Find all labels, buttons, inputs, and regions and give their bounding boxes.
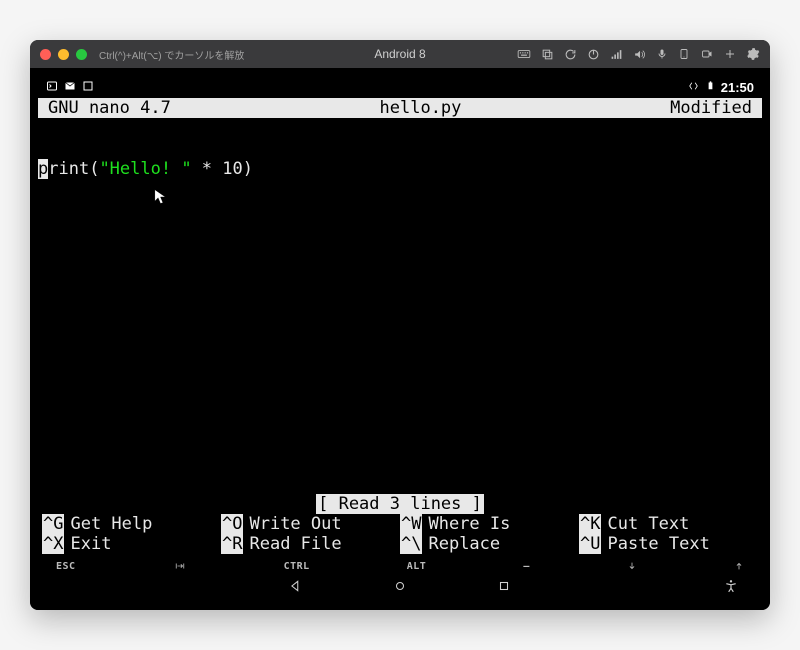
emulator-frame: 21:50 GNU nano 4.7 hello.py Modified pri…: [30, 68, 770, 610]
tablet-icon[interactable]: [678, 47, 690, 61]
mic-icon[interactable]: [656, 47, 668, 61]
terminal-app[interactable]: GNU nano 4.7 hello.py Modified print("He…: [38, 98, 762, 574]
shortcut-help[interactable]: ^GGet Help: [42, 514, 221, 534]
plus-icon[interactable]: [724, 48, 736, 60]
nano-modified-state: Modified: [670, 98, 758, 118]
power-icon[interactable]: [587, 48, 600, 61]
shortcut-paste[interactable]: ^UPaste Text: [579, 534, 758, 554]
window-status-icon: [82, 80, 94, 95]
ctrl-key[interactable]: CTRL: [284, 560, 310, 572]
arrow-up-key[interactable]: [734, 560, 744, 572]
window-controls: [40, 49, 87, 60]
mail-status-icon: [64, 80, 76, 95]
minimize-window-button[interactable]: [58, 49, 69, 60]
zoom-window-button[interactable]: [76, 49, 87, 60]
nano-shortcuts: ^GGet Help ^OWrite Out ^WWhere Is ^KCut …: [38, 514, 762, 556]
shortcut-exit[interactable]: ^XExit: [42, 534, 221, 554]
copy-icon[interactable]: [541, 48, 554, 61]
vm-release-cursor-hint: Ctrl(^)+Alt(⌥) でカーソルを解放: [99, 47, 244, 62]
nano-header: GNU nano 4.7 hello.py Modified: [38, 98, 762, 118]
vm-title: Android 8: [374, 47, 425, 61]
shortcut-writeout[interactable]: ^OWrite Out: [221, 514, 400, 534]
nav-home-button[interactable]: [393, 579, 407, 598]
arrow-down-key[interactable]: [627, 560, 637, 572]
mouse-cursor-icon: [154, 188, 167, 206]
nav-back-button[interactable]: [289, 579, 303, 598]
esc-key[interactable]: ESC: [56, 560, 76, 572]
vm-tray: [517, 47, 760, 61]
signal-icon[interactable]: [610, 48, 623, 61]
shortcut-cut[interactable]: ^KCut Text: [579, 514, 758, 534]
nano-filename: hello.py: [171, 98, 670, 118]
android-nav-bar: [38, 574, 762, 602]
expand-icon: [687, 81, 700, 94]
shortcut-whereis[interactable]: ^WWhere Is: [400, 514, 579, 534]
accessibility-icon[interactable]: [724, 579, 738, 598]
nano-editor-body[interactable]: print("Hello! " * 10): [38, 118, 762, 494]
gear-icon[interactable]: [746, 47, 760, 61]
android-status-bar: 21:50: [38, 76, 762, 98]
vm-window: Ctrl(^)+Alt(⌥) でカーソルを解放 Android 8: [30, 40, 770, 610]
editor-cursor: p: [38, 159, 48, 179]
alt-key[interactable]: ALT: [407, 560, 427, 572]
status-right: 21:50: [687, 79, 754, 95]
dash-key[interactable]: —: [523, 560, 530, 572]
camera-icon[interactable]: [700, 48, 714, 60]
keyboard-icon[interactable]: [517, 47, 531, 61]
status-left: [46, 80, 94, 95]
close-window-button[interactable]: [40, 49, 51, 60]
code-line-1[interactable]: print("Hello! " * 10): [38, 158, 762, 180]
tab-key-icon[interactable]: [173, 560, 187, 572]
shortcut-replace[interactable]: ^\Replace: [400, 534, 579, 554]
shortcut-readfile[interactable]: ^RRead File: [221, 534, 400, 554]
refresh-icon[interactable]: [564, 48, 577, 61]
softkey-row: ESC CTRL ALT —: [38, 556, 762, 574]
volume-icon[interactable]: [633, 48, 646, 61]
nano-app-name: GNU nano 4.7: [42, 98, 171, 118]
status-time: 21:50: [721, 80, 754, 95]
nav-recent-button[interactable]: [497, 579, 511, 598]
nano-status-line: [ Read 3 lines ]: [38, 494, 762, 514]
emulator-screen[interactable]: 21:50 GNU nano 4.7 hello.py Modified pri…: [38, 76, 762, 602]
vm-titlebar: Ctrl(^)+Alt(⌥) でカーソルを解放 Android 8: [30, 40, 770, 68]
battery-icon: [706, 79, 715, 95]
terminal-status-icon: [46, 80, 58, 95]
